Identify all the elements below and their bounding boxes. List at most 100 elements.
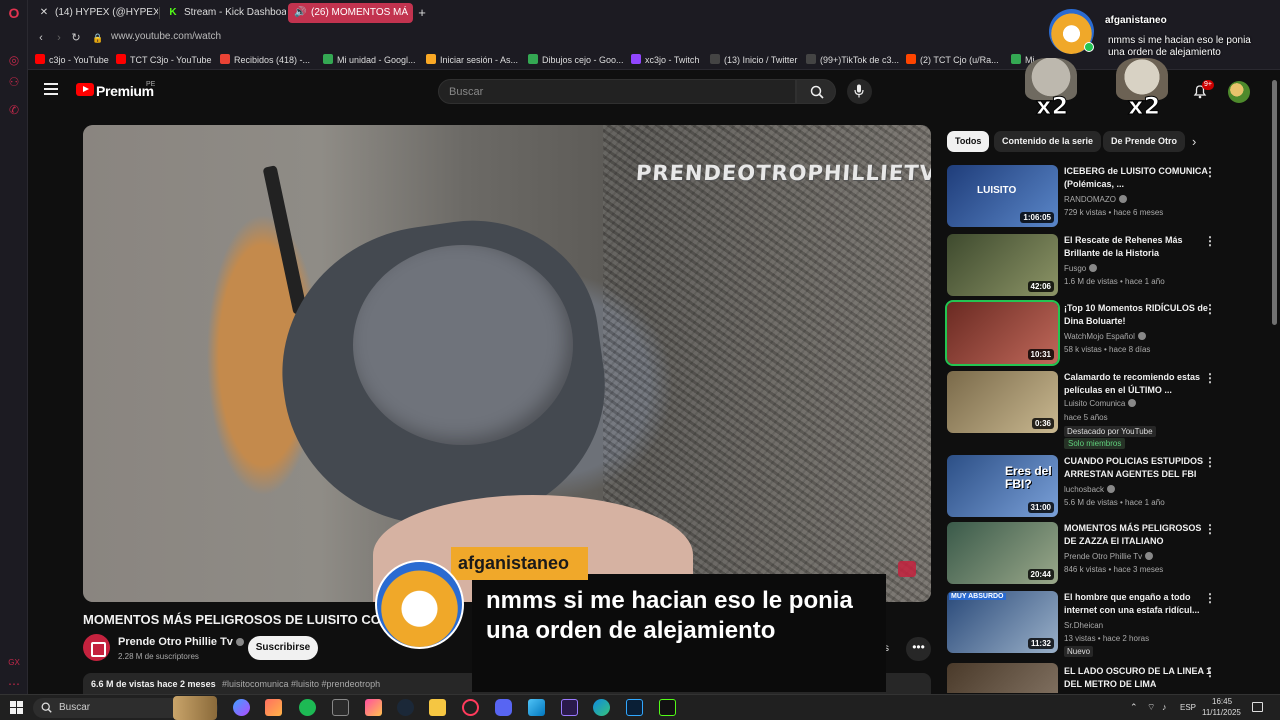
chip-all[interactable]: Todos — [947, 131, 990, 152]
recommendation-channel[interactable]: RANDOMAZO — [1064, 195, 1127, 204]
notification-badge: 9+ — [1202, 80, 1214, 90]
language-indicator[interactable]: ESP — [1180, 703, 1196, 712]
windows-start-icon[interactable] — [10, 701, 23, 714]
search-input[interactable]: Buscar — [438, 79, 796, 104]
search-button[interactable] — [796, 79, 836, 104]
verified-icon — [1137, 332, 1146, 340]
youtube-logo-icon[interactable] — [76, 83, 94, 96]
tab-youtube-active[interactable]: 🔊 (26) MOMENTOS MÁ — [288, 3, 413, 23]
taskbar-search[interactable]: Buscar — [33, 696, 218, 720]
recommendation-channel[interactable]: Sr.Dheican — [1064, 621, 1103, 630]
chevron-right-icon[interactable]: › — [1192, 134, 1196, 149]
video-thumbnail[interactable]: 42:06 — [947, 234, 1058, 296]
file-explorer-icon[interactable] — [429, 699, 446, 716]
app-icon[interactable] — [365, 699, 382, 716]
discord-icon[interactable] — [495, 699, 512, 716]
voice-search-button[interactable] — [847, 79, 872, 104]
recommendation-item[interactable]: 20:44 MOMENTOS MÁS PELIGROSOS DE ZAZZA E… — [947, 522, 1227, 584]
search-highlight-image — [173, 696, 217, 720]
recommendation-item[interactable]: LUISITO 1:06:05 ICEBERG de LUISITO COMUN… — [947, 165, 1227, 227]
new-tab-button[interactable]: + — [413, 3, 431, 23]
recommendation-channel[interactable]: WatchMojo Español — [1064, 332, 1146, 341]
chip-series[interactable]: Contenido de la serie — [994, 131, 1102, 152]
opera-logo-icon[interactable]: O — [6, 5, 22, 21]
premiere-icon[interactable] — [561, 699, 578, 716]
bookmark-item[interactable]: (99+)TikTok de c3... — [806, 53, 899, 67]
wifi-icon[interactable]: ⌔ — [1147, 702, 1155, 713]
more-icon[interactable]: ⋯ — [6, 676, 22, 692]
photoshop-icon[interactable] — [626, 699, 643, 716]
video-thumbnail[interactable]: 0:36 — [947, 371, 1058, 433]
channel-name[interactable]: Prende Otro Phillie Tv — [118, 636, 244, 648]
recommendation-item[interactable]: MUY ABSURDO 11:32 El hombre que engaño a… — [947, 591, 1227, 657]
video-thumbnail[interactable]: 20:44 — [947, 522, 1058, 584]
kebab-menu-icon[interactable]: ⋮ — [1204, 522, 1216, 536]
video-thumbnail[interactable] — [947, 663, 1058, 693]
chip-channel[interactable]: De Prende Otro — [1103, 131, 1186, 152]
volume-icon[interactable]: ♪ — [1162, 702, 1167, 712]
subscribe-button[interactable]: Suscribirse — [248, 636, 318, 660]
recommendation-item[interactable]: 10:31 ¡Top 10 Momentos RIDÍCULOS de Dina… — [945, 300, 1227, 366]
kebab-menu-icon[interactable]: ⋮ — [1204, 302, 1216, 316]
spotify-icon[interactable] — [299, 699, 316, 716]
recommendation-channel[interactable]: luchosback — [1064, 485, 1116, 494]
more-actions-button[interactable]: ••• — [906, 637, 931, 661]
gx-icon[interactable]: GX — [6, 655, 22, 671]
opera-gx-icon[interactable] — [462, 699, 479, 716]
reload-icon[interactable]: ↻ — [68, 30, 84, 46]
bookmark-item[interactable]: xc3jo - Twitch — [631, 53, 699, 67]
bookmark-item[interactable]: Recibidos (418) -... — [220, 53, 310, 67]
kebab-menu-icon[interactable]: ⋮ — [1204, 665, 1216, 679]
kebab-menu-icon[interactable]: ⋮ — [1204, 165, 1216, 179]
kebab-menu-icon[interactable]: ⋮ — [1204, 455, 1216, 469]
notifications-icon[interactable] — [1252, 702, 1263, 712]
recommendation-item[interactable]: Eres del FBI? 31:00 CUANDO POLICIAS ESTU… — [947, 455, 1227, 517]
video-player[interactable]: PRENDEOTROPHILLIETV — [83, 125, 931, 602]
recommendation-channel[interactable]: Prende Otro Phillie Tv — [1064, 552, 1154, 561]
tray-chevron-icon[interactable]: ⌃ — [1130, 702, 1138, 713]
channel-avatar[interactable] — [83, 634, 110, 661]
url-field[interactable]: www.youtube.com/watch — [111, 31, 221, 42]
recommendation-item[interactable]: EL LADO OSCURO DE LA LINEA 1 DEL METRO D… — [947, 663, 1227, 693]
epic-games-icon[interactable] — [332, 699, 349, 716]
bookmark-item[interactable]: Mi unidad - Googl... — [323, 53, 416, 67]
kick-icon[interactable] — [659, 699, 676, 716]
back-icon[interactable]: ‹ — [33, 30, 49, 46]
recommendation-channel[interactable]: Luisito Comunica — [1064, 399, 1137, 408]
bookmark-item[interactable]: Iniciar sesión - As... — [426, 53, 518, 67]
edge-icon[interactable] — [593, 699, 610, 716]
whatsapp-icon[interactable]: ✆ — [6, 102, 22, 118]
recommendation-item[interactable]: 0:36 Calamardo te recomiendo estas pelíc… — [947, 371, 1227, 451]
vpn-icon[interactable]: ⚇ — [6, 74, 22, 90]
scrollbar[interactable] — [1272, 80, 1277, 325]
clock-time[interactable]: 16:45 — [1212, 697, 1232, 706]
video-thumbnail[interactable]: Eres del FBI? 31:00 — [947, 455, 1058, 517]
bookmark-item[interactable]: Dibujos cejo - Goo... — [528, 53, 624, 67]
copilot-icon[interactable] — [233, 699, 250, 716]
recommendation-item[interactable]: 42:06 El Rescate de Rehenes Más Brillant… — [947, 234, 1227, 296]
bookmark-item[interactable]: (13) Inicio / Twitter — [710, 53, 797, 67]
forward-icon[interactable]: › — [51, 30, 67, 46]
bookmark-item[interactable]: (2) TCT Cjo (u/Ra... — [906, 53, 999, 67]
menu-icon[interactable] — [44, 83, 58, 95]
windows-taskbar: Buscar ⌃ ⌔ ♪ ESP 16:45 11/11/2025 — [0, 694, 1280, 720]
gallery-icon[interactable] — [265, 699, 282, 716]
app-icon[interactable] — [528, 699, 545, 716]
hashtags[interactable]: #luisitocomunica #luisito #prendeotroph — [222, 679, 380, 689]
tab-kick[interactable]: K Stream - Kick Dashboard — [161, 3, 286, 23]
video-thumbnail[interactable]: LUISITO 1:06:05 — [947, 165, 1058, 227]
online-status-icon — [1084, 42, 1094, 52]
kebab-menu-icon[interactable]: ⋮ — [1204, 591, 1216, 605]
video-thumbnail[interactable]: MUY ABSURDO 11:32 — [947, 591, 1058, 653]
aria-icon[interactable]: ◎ — [6, 52, 22, 68]
bookmark-item[interactable]: TCT C3jo - YouTube — [116, 53, 212, 67]
tab-hypex[interactable]: ✕(14) HYPEX (@HYPEX) / X — [32, 3, 158, 23]
clock-date[interactable]: 11/11/2025 — [1202, 708, 1241, 717]
video-thumbnail[interactable]: 10:31 — [945, 300, 1060, 366]
account-avatar[interactable] — [1228, 81, 1250, 103]
kebab-menu-icon[interactable]: ⋮ — [1204, 371, 1216, 385]
bookmark-item[interactable]: c3jo - YouTube — [35, 53, 109, 67]
steam-icon[interactable] — [397, 699, 414, 716]
kebab-menu-icon[interactable]: ⋮ — [1204, 234, 1216, 248]
recommendation-channel[interactable]: Fusgo — [1064, 264, 1098, 273]
